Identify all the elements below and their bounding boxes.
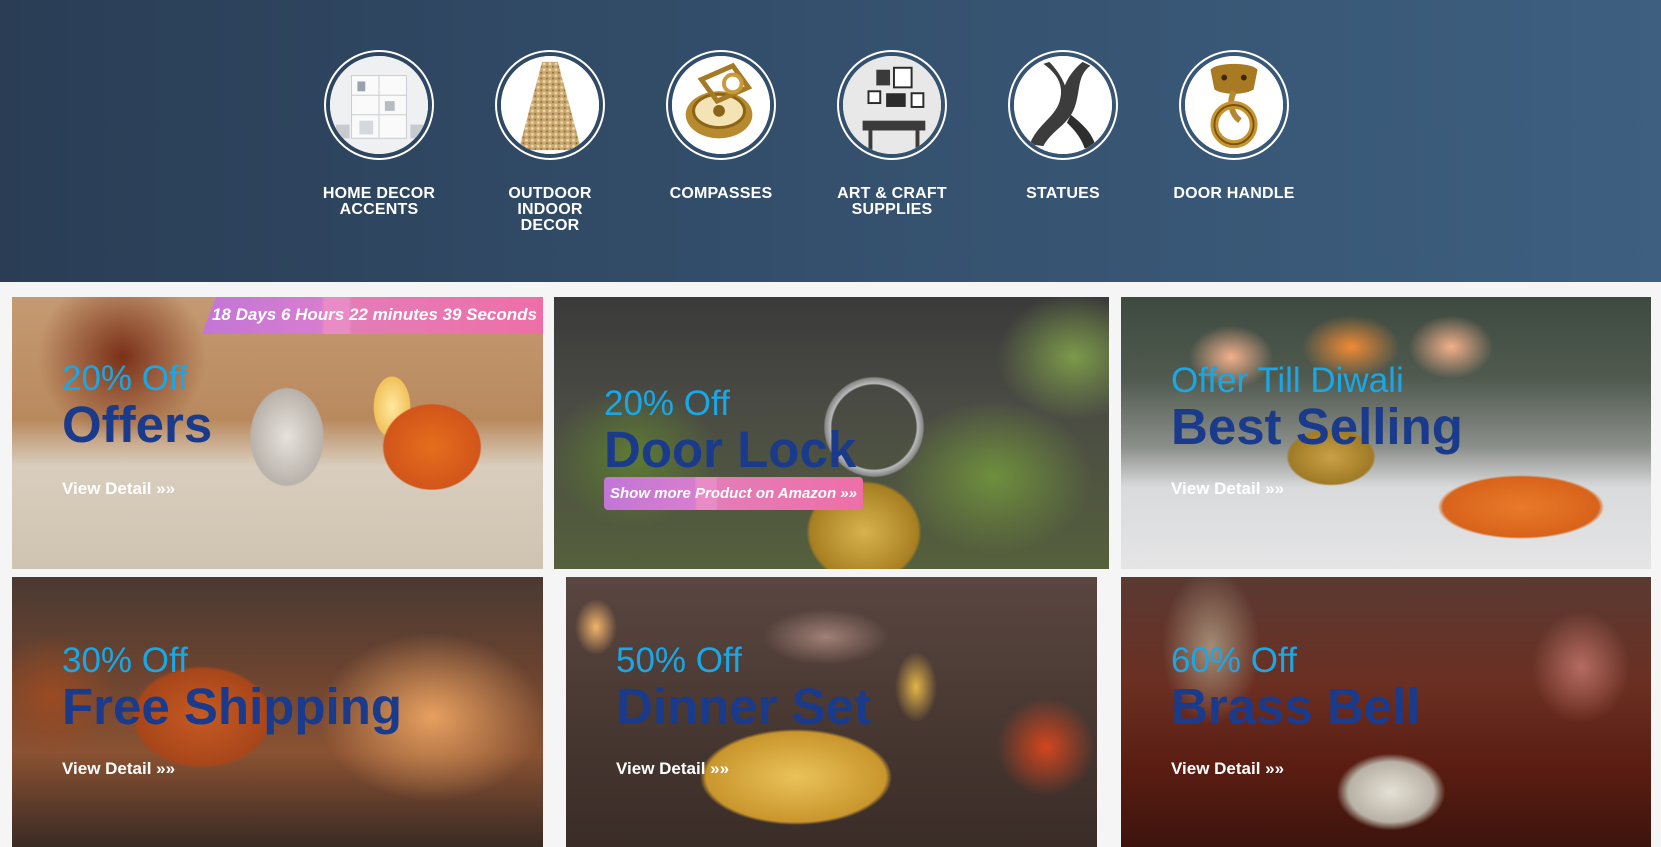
offer-discount: 20% Off xyxy=(62,359,188,398)
offer-card-free-shipping[interactable]: 30% Off Free Shipping View Detail »» xyxy=(12,577,543,847)
offer-title: Door Lock xyxy=(604,421,857,478)
category-label[interactable]: STATUES xyxy=(983,186,1143,202)
offer-card-offers[interactable]: 18 Days 6 Hours 22 minutes 39 Seconds 20… xyxy=(12,297,543,569)
offer-card-dinner-set[interactable]: 50% Off Dinner Set View Detail »» xyxy=(566,577,1097,847)
category-outdoor-indoor-decor[interactable]: OUTDOOR INDOOR DECOR xyxy=(470,50,630,234)
offer-card-door-lock[interactable]: 20% Off Door Lock Show more Product on A… xyxy=(554,297,1109,569)
category-label[interactable]: ART & CRAFT SUPPLIES xyxy=(812,186,972,218)
category-art-craft-supplies[interactable]: ART & CRAFT SUPPLIES xyxy=(812,50,972,218)
offer-card-best-selling[interactable]: Offer Till Diwali Best Selling View Deta… xyxy=(1121,297,1651,569)
glitter-cone-icon xyxy=(501,56,599,154)
category-label[interactable]: HOME DECOR ACCENTS xyxy=(299,186,459,218)
brass-compass-icon xyxy=(672,56,770,154)
wall-art-icon xyxy=(843,56,941,154)
category-compasses[interactable]: COMPASSES xyxy=(641,50,801,202)
view-detail-link[interactable]: View Detail »» xyxy=(62,479,175,499)
elephant-door-handle-icon xyxy=(1185,56,1283,154)
category-door-handle[interactable]: DOOR HANDLE xyxy=(1154,50,1314,202)
offer-discount: 60% Off xyxy=(1171,641,1297,680)
category-statues[interactable]: STATUES xyxy=(983,50,1143,202)
category-label[interactable]: DOOR HANDLE xyxy=(1154,186,1314,202)
offer-title: Dinner Set xyxy=(616,678,872,735)
offer-title: Brass Bell xyxy=(1171,678,1421,735)
show-more-amazon-button[interactable]: Show more Product on Amazon »» xyxy=(604,477,863,510)
view-detail-link[interactable]: View Detail »» xyxy=(1171,759,1284,779)
category-image-ring[interactable] xyxy=(666,50,776,160)
offer-discount: 30% Off xyxy=(62,641,188,680)
offer-discount: 20% Off xyxy=(604,384,730,423)
category-label[interactable]: COMPASSES xyxy=(641,186,801,202)
view-detail-link[interactable]: View Detail »» xyxy=(1171,479,1284,499)
offer-discount: 50% Off xyxy=(616,641,742,680)
offer-discount: Offer Till Diwali xyxy=(1171,361,1404,400)
offer-title: Offers xyxy=(62,396,213,453)
category-home-decor-accents[interactable]: HOME DECOR ACCENTS xyxy=(299,50,459,218)
shelf-interior-icon xyxy=(330,56,428,154)
category-image-ring[interactable] xyxy=(837,50,947,160)
category-image-ring[interactable] xyxy=(1179,50,1289,160)
category-image-ring[interactable] xyxy=(1008,50,1118,160)
view-detail-link[interactable]: View Detail »» xyxy=(616,759,729,779)
abstract-statue-icon xyxy=(1014,56,1112,154)
countdown-timer: 18 Days 6 Hours 22 minutes 39 Seconds xyxy=(201,297,543,334)
category-label[interactable]: OUTDOOR INDOOR DECOR xyxy=(470,186,630,234)
category-image-ring[interactable] xyxy=(495,50,605,160)
offer-title: Best Selling xyxy=(1171,398,1463,455)
offer-card-brass-bell[interactable]: 60% Off Brass Bell View Detail »» xyxy=(1121,577,1651,847)
offer-title: Free Shipping xyxy=(62,678,403,735)
view-detail-link[interactable]: View Detail »» xyxy=(62,759,175,779)
category-banner: HOME DECOR ACCENTS OUTDOOR INDOOR DECOR … xyxy=(0,0,1661,282)
category-image-ring[interactable] xyxy=(324,50,434,160)
